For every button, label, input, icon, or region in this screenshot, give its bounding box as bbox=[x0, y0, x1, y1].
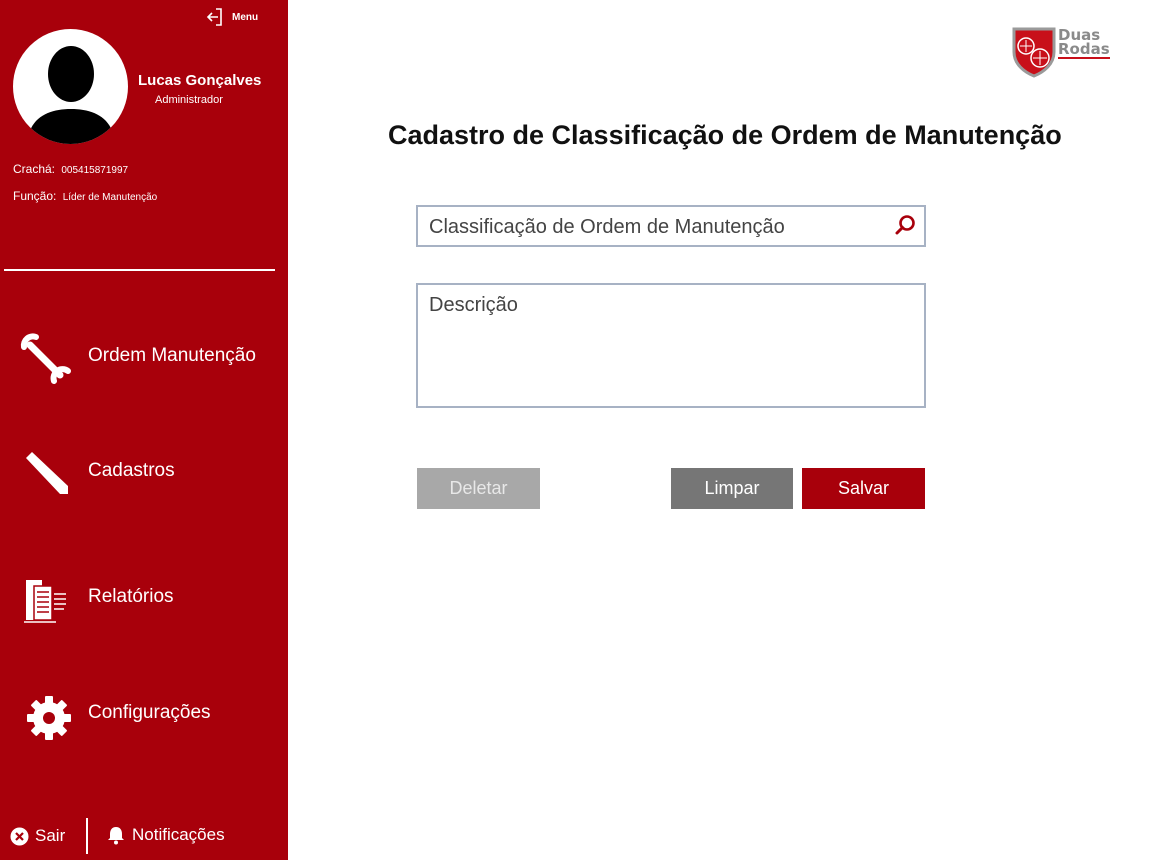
report-icon bbox=[24, 580, 66, 623]
sidebar-divider bbox=[4, 269, 275, 271]
user-role: Administrador bbox=[155, 94, 223, 106]
badge-value: 005415871997 bbox=[61, 165, 129, 176]
avatar bbox=[13, 29, 128, 144]
nav-label-relatorios: Relatórios bbox=[88, 586, 174, 607]
description-field bbox=[416, 283, 926, 408]
badge-info: Crachá: 005415871997 bbox=[13, 162, 128, 176]
gear-icon bbox=[27, 696, 71, 740]
shield-logo-icon bbox=[1012, 27, 1056, 78]
save-button[interactable]: Salvar bbox=[802, 468, 925, 509]
bell-icon bbox=[108, 827, 124, 845]
footer-divider bbox=[86, 818, 88, 854]
user-name: Lucas Gonçalves bbox=[138, 72, 262, 89]
nav-label-ordem-manutencao: Ordem Manutenção bbox=[88, 345, 256, 366]
nav-label-configuracoes: Configurações bbox=[88, 702, 211, 723]
nav-item-relatorios[interactable]: Relatórios bbox=[0, 568, 288, 628]
logout-label: Sair bbox=[35, 826, 66, 845]
function-label: Função: bbox=[13, 189, 57, 203]
menu-exit-icon bbox=[206, 8, 222, 26]
nav-item-configuracoes[interactable]: Configurações bbox=[0, 684, 288, 744]
classification-search-input[interactable] bbox=[429, 216, 879, 239]
logo-line-2: Rodas bbox=[1058, 40, 1110, 59]
nav-item-cadastros[interactable]: Cadastros bbox=[0, 442, 288, 502]
user-silhouette-icon bbox=[27, 46, 115, 144]
logout-button[interactable]: Sair bbox=[10, 826, 65, 846]
badge-label: Crachá: bbox=[13, 162, 56, 176]
pencil-icon bbox=[26, 452, 68, 494]
notifications-button[interactable]: Notificações bbox=[106, 825, 225, 845]
nav-item-ordem-manutencao[interactable]: Ordem Manutenção bbox=[0, 327, 288, 387]
nav-label-cadastros: Cadastros bbox=[88, 460, 175, 481]
menu-toggle[interactable]: Menu bbox=[206, 7, 258, 27]
sidebar: Menu Lucas Gonçalves Administrador Crach… bbox=[0, 0, 288, 860]
notifications-label: Notificações bbox=[132, 825, 225, 844]
page-title: Cadastro de Classificação de Ordem de Ma… bbox=[388, 120, 1062, 150]
menu-label: Menu bbox=[232, 11, 259, 23]
function-value: Líder de Manutenção bbox=[62, 192, 158, 203]
function-info: Função: Líder de Manutenção bbox=[13, 189, 157, 203]
search-icon[interactable] bbox=[894, 214, 916, 236]
description-textarea[interactable] bbox=[429, 294, 909, 394]
company-logo: Duas Rodas bbox=[1011, 26, 1110, 78]
close-circle-icon bbox=[10, 827, 29, 845]
delete-button[interactable]: Deletar bbox=[417, 468, 540, 509]
search-field bbox=[416, 205, 926, 247]
clear-button[interactable]: Limpar bbox=[671, 468, 793, 509]
wrench-icon bbox=[20, 333, 71, 384]
